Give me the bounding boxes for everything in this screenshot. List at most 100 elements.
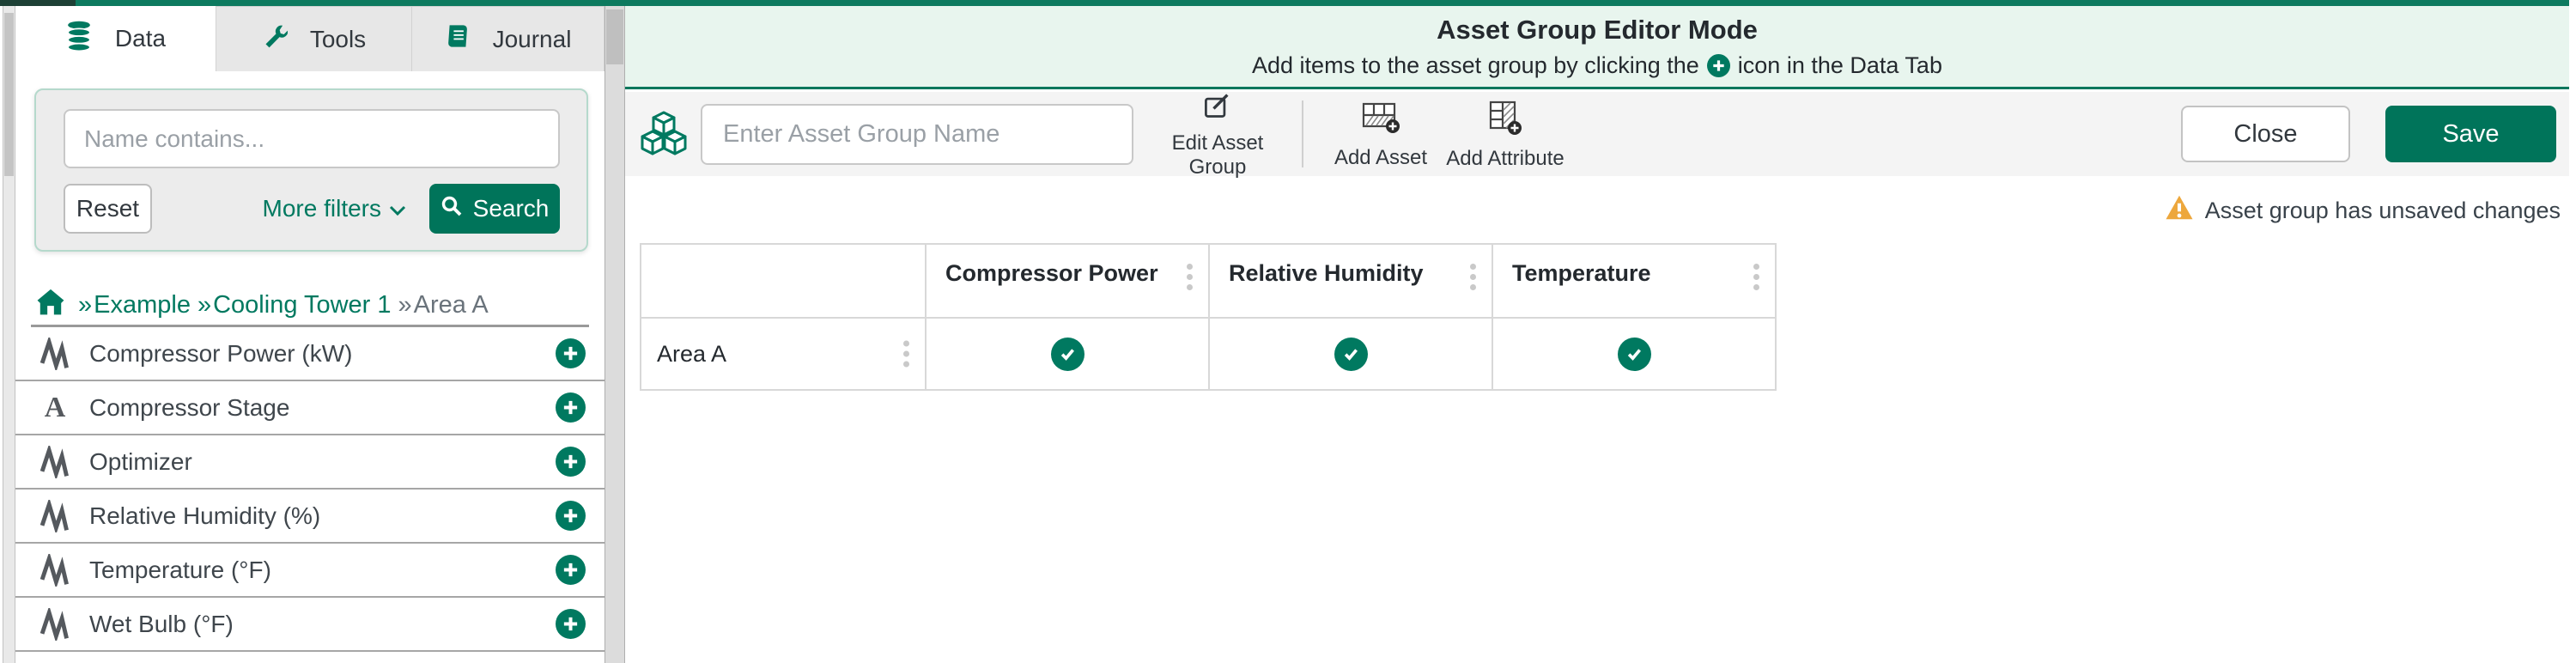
column-header-label: Relative Humidity [1229, 260, 1424, 286]
add-asset-label: Add Asset [1334, 146, 1427, 170]
unsaved-changes-warning: Asset group has unsaved changes [2165, 192, 2561, 229]
editor-toolbar: Edit Asset Group [625, 92, 2569, 176]
tab-tools-label: Tools [310, 26, 366, 53]
sidebar-left-scrollbar-thumb[interactable] [4, 13, 14, 176]
column-header-temperature: Temperature [1492, 244, 1776, 318]
tab-tools[interactable]: Tools [216, 6, 412, 71]
breadcrumb-link-cooling-tower-1[interactable]: Cooling Tower 1 [213, 291, 391, 319]
breadcrumb-link-example[interactable]: Example [94, 291, 191, 319]
edit-asset-group-button[interactable]: Edit Asset Group [1151, 99, 1285, 171]
banner-subtitle-after: icon in the Data Tab [1738, 52, 1942, 79]
tab-journal-label: Journal [493, 26, 572, 53]
add-to-group-plus-icon[interactable] [556, 338, 586, 368]
tab-journal[interactable]: Journal [412, 6, 605, 71]
check-circle-icon[interactable] [1618, 338, 1651, 371]
column-menu-icon[interactable] [1750, 260, 1763, 294]
top-accent-bar [0, 0, 2576, 6]
banner-subtitle: Add items to the asset group by clicking… [625, 52, 2569, 79]
add-attribute-label: Add Attribute [1446, 147, 1564, 171]
close-button[interactable]: Close [2181, 106, 2350, 162]
sidebar-left-scrollbar[interactable] [3, 6, 15, 663]
column-header-label: Compressor Power [945, 260, 1158, 286]
edit-pencil-icon [1203, 91, 1232, 126]
unsaved-changes-warning-text: Asset group has unsaved changes [2205, 198, 2561, 224]
column-menu-icon[interactable] [1467, 260, 1479, 294]
search-button-label: Search [473, 195, 550, 222]
string-signal-icon: A [39, 392, 70, 424]
tab-data-label: Data [115, 25, 166, 52]
table-row-area-a: Area A [641, 318, 1776, 390]
warning-triangle-icon [2165, 194, 2194, 227]
signal-icon [39, 554, 70, 587]
toolbar-separator [1302, 100, 1303, 167]
add-to-group-plus-icon[interactable] [556, 447, 586, 477]
reset-button[interactable]: Reset [64, 184, 152, 234]
list-item-label: Relative Humidity (%) [89, 502, 320, 530]
asset-group-editor-main: Asset Group Editor Mode Add items to the… [625, 6, 2569, 663]
attribute-cell-relative-humidity [1209, 318, 1492, 390]
signal-icon [39, 338, 70, 370]
add-attribute-button[interactable]: Add Attribute [1443, 99, 1568, 171]
signal-icon [39, 608, 70, 641]
home-icon[interactable] [35, 287, 66, 323]
check-circle-icon[interactable] [1334, 338, 1368, 371]
row-menu-icon[interactable] [900, 338, 913, 371]
asset-group-table: Compressor Power Relative Humidity Tempe… [640, 243, 1777, 391]
search-button[interactable]: Search [429, 184, 560, 234]
banner-subtitle-before: Add items to the asset group by clicking… [1252, 52, 1699, 79]
list-item-label: Temperature (°F) [89, 557, 271, 584]
panel-resize-divider[interactable] [605, 6, 625, 663]
search-icon [440, 195, 463, 223]
plus-circle-icon [1707, 54, 1730, 77]
save-button[interactable]: Save [2385, 106, 2556, 162]
right-edge-margin [2569, 0, 2576, 663]
list-item-wet-bulb[interactable]: Wet Bulb (°F) [15, 598, 605, 652]
column-header-compressor-power: Compressor Power [926, 244, 1209, 318]
list-item-relative-humidity[interactable]: Relative Humidity (%) [15, 490, 605, 544]
breadcrumb-separator: » [197, 291, 211, 319]
table-header-row: Compressor Power Relative Humidity Tempe… [641, 244, 1776, 318]
column-header-relative-humidity: Relative Humidity [1209, 244, 1492, 318]
add-attribute-table-icon [1487, 100, 1523, 142]
add-to-group-plus-icon[interactable] [556, 555, 586, 585]
list-item-compressor-power[interactable]: Compressor Power (kW) [15, 327, 605, 381]
search-filter-panel: Reset More filters Search [34, 88, 588, 252]
add-to-group-plus-icon[interactable] [556, 392, 586, 423]
editor-mode-banner: Asset Group Editor Mode Add items to the… [625, 6, 2569, 89]
list-item-compressor-stage[interactable]: A Compressor Stage [15, 381, 605, 435]
column-menu-icon[interactable] [1183, 260, 1196, 294]
list-item-label: Wet Bulb (°F) [89, 611, 234, 638]
tab-data[interactable]: Data [15, 6, 216, 71]
list-item-label: Optimizer [89, 448, 192, 476]
wrench-icon [262, 23, 288, 55]
list-item-label: Compressor Power (kW) [89, 340, 352, 368]
panel-scrollbar-thumb[interactable] [606, 9, 623, 64]
signal-icon [39, 500, 70, 532]
add-asset-table-icon [1361, 100, 1400, 141]
asset-item-list: Compressor Power (kW) A Compressor Stage… [15, 327, 605, 652]
page-title: Asset Group Editor Mode [625, 15, 2569, 46]
breadcrumb: » Example » Cooling Tower 1 » Area A [35, 286, 489, 324]
edit-asset-group-label: Edit Asset Group [1151, 131, 1285, 179]
name-contains-input[interactable] [64, 109, 560, 168]
journal-icon [445, 22, 471, 56]
asset-group-name-input[interactable] [701, 104, 1133, 165]
add-asset-button[interactable]: Add Asset [1331, 99, 1431, 171]
list-item-temperature[interactable]: Temperature (°F) [15, 544, 605, 598]
breadcrumb-current-area-a: Area A [414, 291, 489, 319]
add-to-group-plus-icon[interactable] [556, 609, 586, 639]
signal-icon [39, 446, 70, 478]
database-icon [65, 21, 93, 58]
top-accent-bar-left-segment [0, 0, 76, 6]
row-header-label: Area A [657, 341, 726, 367]
add-to-group-plus-icon[interactable] [556, 501, 586, 531]
check-circle-icon[interactable] [1051, 338, 1084, 371]
chevron-down-icon [388, 195, 407, 222]
list-item-optimizer[interactable]: Optimizer [15, 435, 605, 490]
more-filters-toggle[interactable]: More filters [263, 195, 407, 222]
asset-group-editor-window: Data Tools Journal [0, 0, 2576, 663]
attribute-cell-compressor-power [926, 318, 1209, 390]
breadcrumb-separator: » [398, 291, 412, 319]
row-header-cell: Area A [641, 318, 926, 390]
asset-group-cubes-icon [639, 109, 689, 161]
